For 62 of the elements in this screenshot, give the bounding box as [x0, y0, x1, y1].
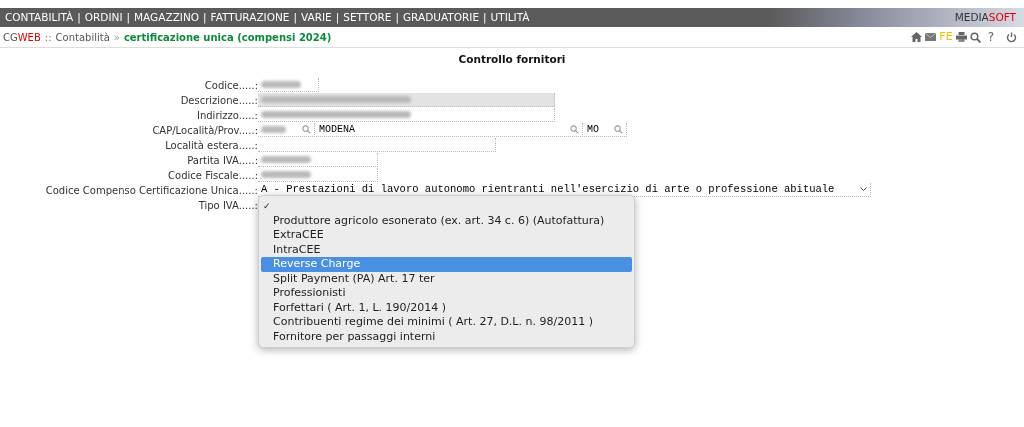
menu-separator: |: [77, 9, 81, 26]
input-field[interactable]: [258, 108, 555, 123]
field-label: Partita IVA.....:: [186, 153, 258, 168]
menu-item[interactable]: VARIE: [301, 9, 332, 26]
dropdown-option[interactable]: Split Payment (PA) Art. 17 ter: [261, 271, 632, 287]
menu-separator: |: [293, 9, 297, 26]
dropdown-option[interactable]: Produttore agricolo esonerato (ex. art. 34 c. 6) (Autofattura): [261, 213, 632, 229]
app-name: CGWEB: [3, 30, 41, 45]
chevron-icon: [860, 187, 867, 193]
menu-separator: |: [203, 9, 207, 26]
menu-item[interactable]: FATTURAZIONE: [210, 9, 290, 26]
search-icon[interactable]: [570, 125, 579, 135]
page-title: certificazione unica (compensi 2024): [123, 30, 332, 45]
dropdown-option[interactable]: IntraCEE: [261, 242, 632, 258]
blurred-text: [261, 171, 311, 179]
field-label: Codice.....:: [203, 78, 258, 93]
dropdown-option[interactable]: ExtraCEE: [261, 228, 632, 243]
form-title: Controllo fornitori: [457, 52, 567, 67]
dropdown-option[interactable]: Forfettari ( Art. 1, L. 190/2014 ): [261, 300, 632, 316]
field-label: Descrizione.....:: [179, 93, 258, 108]
menu-separator: |: [335, 9, 340, 26]
field-label: Tipo IVA.....:: [197, 198, 258, 213]
input-field[interactable]: [258, 138, 496, 153]
dropdown-option[interactable]: ✓: [261, 199, 632, 214]
home-icon[interactable]: [911, 32, 923, 42]
dropdown-option[interactable]: Professionisti: [261, 286, 632, 301]
field-label: Indirizzo.....:: [196, 108, 258, 123]
search-icon[interactable]: [969, 31, 981, 43]
blurred-text: [261, 81, 301, 89]
field-label: Località estera.....:: [164, 138, 258, 153]
input-field[interactable]: MO: [584, 123, 627, 138]
blurred-text: [261, 156, 311, 164]
breadcrumb-separator: ::: [44, 30, 52, 45]
input-field[interactable]: [258, 153, 378, 168]
menu-item[interactable]: UTILITÀ: [490, 9, 530, 26]
menu-item[interactable]: CONTABILITÀ: [5, 9, 74, 26]
menu-item[interactable]: GRADUATORIE: [403, 9, 480, 26]
input-field[interactable]: [258, 168, 378, 183]
input-field[interactable]: [258, 78, 319, 93]
brand-logo: MEDIASOFT: [954, 9, 1017, 25]
menu-separator: |: [126, 9, 131, 26]
search-icon[interactable]: [302, 125, 311, 135]
menu-item[interactable]: ORDINI: [84, 9, 123, 26]
menu-item[interactable]: SETTORE: [343, 9, 392, 26]
menu-item[interactable]: MAGAZZINO: [134, 9, 200, 26]
dropdown-option[interactable]: Contribuenti regime dei minimi ( Art. 27, D.L. n. 98/2011 ): [261, 315, 632, 330]
mail-icon[interactable]: [925, 33, 937, 41]
breadcrumb-link[interactable]: Contabilità: [55, 29, 110, 45]
field-label: Codice Compenso Certificazione Unica.....:: [44, 183, 258, 198]
breadcrumb-separator: »: [113, 30, 120, 45]
printer-icon[interactable]: [955, 32, 967, 42]
input-field[interactable]: [258, 123, 315, 138]
menu-separator: |: [483, 9, 487, 26]
blurred-text: [261, 126, 286, 134]
power-icon[interactable]: [1006, 31, 1017, 43]
input-field[interactable]: MODENA: [316, 123, 583, 138]
help-button[interactable]: ?: [987, 28, 994, 46]
menu-separator: |: [395, 9, 399, 26]
field-label: Codice Fiscale.....:: [167, 168, 258, 183]
search-icon[interactable]: [614, 125, 623, 135]
dropdown-option[interactable]: Fornitore per passaggi interni: [261, 329, 632, 345]
field-label: CAP/Località/Prov.....:: [151, 123, 258, 138]
